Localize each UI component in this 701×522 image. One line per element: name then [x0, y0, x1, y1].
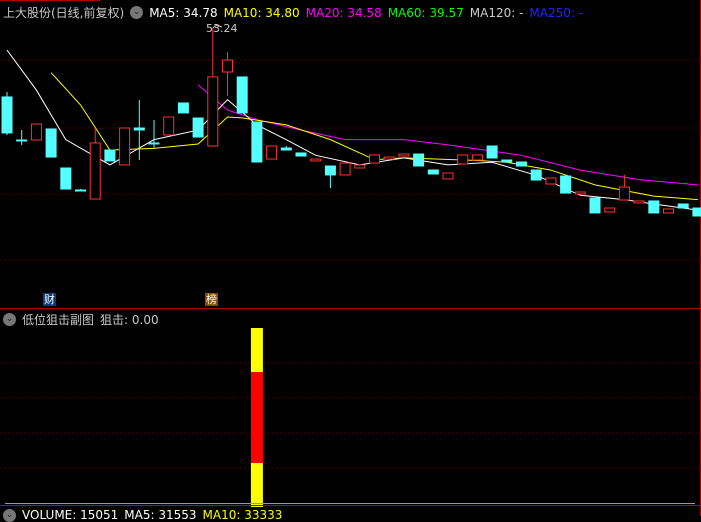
candle — [516, 161, 527, 167]
ranking-tag[interactable]: 榜 — [205, 293, 218, 306]
candle — [177, 102, 189, 114]
candle — [280, 147, 292, 151]
candle — [692, 207, 701, 217]
ma20-line — [197, 84, 698, 186]
candle — [75, 189, 86, 192]
candle — [663, 208, 674, 214]
candle — [192, 117, 204, 138]
candle — [530, 169, 542, 181]
candle — [222, 59, 233, 73]
candle — [604, 207, 616, 213]
candle — [442, 172, 454, 180]
candle — [457, 154, 469, 165]
candle — [618, 186, 630, 201]
candle — [119, 127, 131, 166]
chevron-down-icon[interactable]: ⌄ — [3, 508, 16, 522]
high-price-label: 53.24 — [206, 22, 238, 35]
candle — [486, 145, 498, 159]
candle — [45, 128, 57, 158]
sub-chart-title: 低位狙击副图 — [22, 313, 95, 327]
ma10-line — [50, 72, 698, 201]
candle — [207, 76, 219, 147]
candle — [383, 156, 395, 160]
candle — [163, 116, 175, 136]
volume-ma5: MA5: 31553 — [124, 508, 197, 522]
pane-divider — [0, 308, 701, 309]
finance-tag[interactable]: 财 — [43, 293, 56, 306]
candle — [589, 197, 601, 214]
candle — [413, 153, 425, 167]
candle — [30, 123, 42, 141]
sub-chart-header: ⌄ 低位狙击副图 狙击: 0.00 — [3, 311, 159, 328]
candle — [266, 145, 278, 160]
candle — [501, 159, 513, 163]
candle — [574, 191, 586, 195]
candle — [89, 142, 101, 200]
signal-bar-segment — [250, 328, 263, 372]
candle — [310, 158, 322, 162]
candle — [545, 177, 557, 185]
candle — [354, 164, 366, 169]
candle — [133, 127, 145, 131]
price-chart[interactable] — [0, 0, 701, 516]
candle — [677, 203, 689, 209]
candle — [236, 76, 248, 114]
pane-divider — [0, 505, 701, 506]
candle — [427, 169, 439, 175]
sub-chart-value: 狙击: 0.00 — [100, 313, 159, 327]
candle — [398, 153, 410, 157]
candle — [1, 96, 13, 134]
candle — [633, 200, 645, 204]
candle — [560, 175, 572, 194]
candle — [104, 149, 116, 162]
candle — [60, 167, 72, 190]
signal-bar-segment — [250, 372, 263, 463]
signal-bar-segment — [250, 463, 263, 507]
candle — [295, 152, 307, 157]
candle — [369, 154, 380, 164]
candle — [16, 139, 28, 142]
candle — [339, 162, 351, 176]
chevron-down-icon[interactable]: ⌄ — [3, 313, 16, 326]
ma5-line — [6, 49, 698, 211]
volume-label: VOLUME: 15051 — [22, 508, 119, 522]
volume-ma10: MA10: 33333 — [202, 508, 283, 522]
candle — [471, 154, 483, 161]
candle — [251, 121, 263, 163]
candle — [148, 142, 160, 145]
candle — [648, 200, 660, 214]
candle — [324, 165, 336, 176]
volume-header: ⌄ VOLUME: 15051 MA5: 31553 MA10: 33333 — [3, 508, 282, 522]
